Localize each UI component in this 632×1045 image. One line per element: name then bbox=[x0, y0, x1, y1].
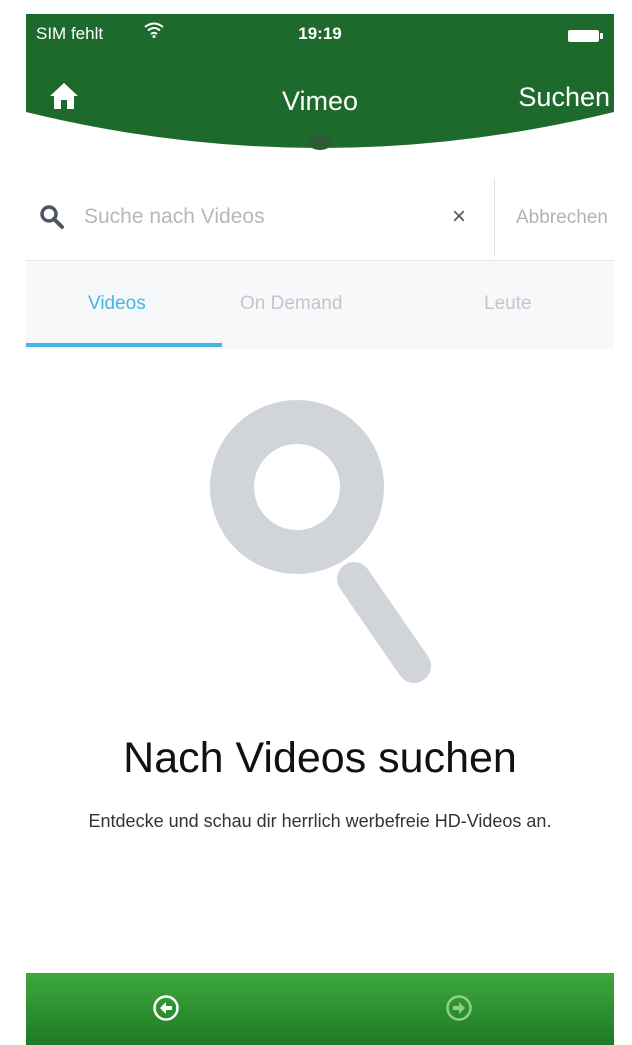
search-placeholder-icon bbox=[204, 394, 444, 699]
active-tab-indicator bbox=[26, 343, 222, 347]
bottom-toolbar bbox=[26, 973, 614, 1045]
tab-on-demand[interactable]: On Demand bbox=[240, 293, 342, 315]
search-action-button[interactable]: Suchen bbox=[518, 82, 610, 113]
search-icon bbox=[39, 204, 65, 235]
status-bar: SIM fehlt 19:19 bbox=[26, 14, 614, 50]
clear-search-button[interactable]: × bbox=[452, 203, 466, 231]
back-arrow-icon[interactable] bbox=[153, 995, 179, 1026]
empty-state-heading: Nach Videos suchen bbox=[123, 734, 517, 782]
tab-videos[interactable]: Videos bbox=[88, 293, 146, 315]
tab-bar: Videos On Demand Leute bbox=[26, 260, 614, 349]
clock: 19:19 bbox=[298, 24, 342, 43]
search-input[interactable]: Suche nach Videos bbox=[84, 205, 265, 229]
forward-arrow-icon[interactable] bbox=[446, 995, 472, 1026]
battery-icon bbox=[568, 28, 604, 48]
search-bar: Suche nach Videos × Abbrechen bbox=[26, 177, 614, 259]
empty-state-description: Entdecke und schau dir herrlich werbefre… bbox=[88, 811, 552, 831]
header: SIM fehlt 19:19 Vimeo Suchen bbox=[26, 14, 614, 174]
cancel-button[interactable]: Abbrechen bbox=[516, 207, 608, 229]
navigation-bar: Vimeo Suchen bbox=[26, 74, 614, 124]
tab-people[interactable]: Leute bbox=[484, 293, 532, 315]
phone-screen: SIM fehlt 19:19 Vimeo Suchen Suche nach … bbox=[26, 14, 614, 1045]
search-divider bbox=[494, 179, 495, 257]
